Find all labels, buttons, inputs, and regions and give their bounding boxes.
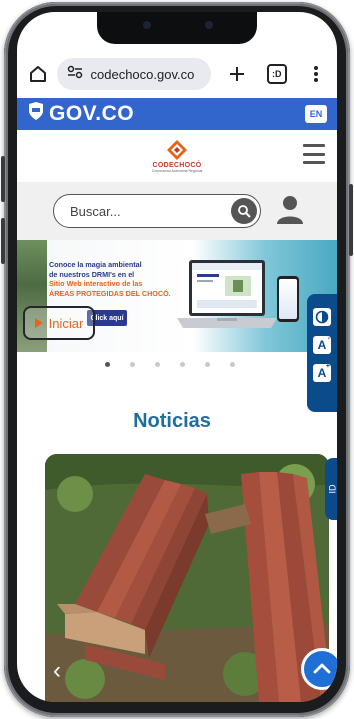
carousel-dot[interactable] <box>105 362 110 367</box>
gov-logo-text: GOV.CO <box>49 102 135 125</box>
browser-address-bar: codechoco.gov.co :D <box>17 52 337 96</box>
gov-bar: GOV.CO EN <box>17 98 337 130</box>
carousel-dot[interactable] <box>205 362 210 367</box>
side-tab[interactable]: ID <box>325 458 337 520</box>
hero-banner[interactable]: Conoce la magia ambiental de nuestros DR… <box>17 240 337 352</box>
scroll-to-top-button[interactable] <box>301 648 337 690</box>
decrease-font-label: A <box>317 338 327 352</box>
url-field[interactable]: codechoco.gov.co <box>56 58 211 90</box>
banner-line-2: de nuestros DRMI's en el <box>49 269 135 279</box>
phone-screen: codechoco.gov.co :D GOV.CO EN CODECHOCÓ … <box>17 12 337 702</box>
sensor-icon <box>205 21 213 29</box>
side-button-right <box>349 184 353 256</box>
carousel-dot[interactable] <box>180 362 185 367</box>
increase-font-button[interactable]: A + <box>313 363 331 382</box>
carousel-dot[interactable] <box>230 362 235 367</box>
url-text: codechoco.gov.co <box>90 66 195 82</box>
site-settings-icon[interactable] <box>67 65 83 84</box>
accessibility-panel: A- A + <box>307 294 337 412</box>
camera-icon <box>143 21 151 29</box>
language-button[interactable]: EN <box>305 105 327 123</box>
banner-text: Conoce la magia ambiental de nuestros DR… <box>49 260 179 299</box>
user-account-icon[interactable] <box>275 194 305 226</box>
search-box <box>53 194 261 228</box>
search-icon <box>238 205 251 218</box>
news-card[interactable] <box>45 454 329 702</box>
side-button-left-1 <box>1 156 5 202</box>
plus-icon[interactable] <box>225 61 251 87</box>
home-icon[interactable] <box>25 61 51 87</box>
more-vert-icon[interactable] <box>304 61 330 87</box>
contrast-icon[interactable] <box>313 308 331 326</box>
hamburger-menu-icon[interactable] <box>303 144 325 164</box>
site-logo[interactable]: CODECHOCÓ Corporación Autónoma Regional <box>151 139 203 173</box>
chevron-up-icon <box>313 663 331 674</box>
notch <box>97 12 257 44</box>
tabs-button[interactable]: :D <box>264 61 290 87</box>
search-input[interactable] <box>70 203 220 219</box>
side-tab-label: ID <box>327 484 337 494</box>
carousel-dots <box>17 362 337 372</box>
search-button[interactable] <box>231 198 257 224</box>
shield-icon <box>27 101 45 127</box>
laptop-illustration <box>177 260 277 328</box>
carousel-dot[interactable] <box>130 362 135 367</box>
phone-illustration <box>277 276 299 322</box>
brand-name: CODECHOCÓ <box>152 162 202 169</box>
carousel-prev-icon[interactable]: ‹ <box>53 659 67 683</box>
play-button[interactable]: Iniciar <box>23 306 95 340</box>
banner-line-4: ÁREAS PROTEGIDAS DEL CHOCÓ. <box>49 289 171 299</box>
side-button-left-2 <box>1 218 5 264</box>
banner-line-3: Sitio Web interactivo de las <box>49 279 143 289</box>
gov-logo[interactable]: GOV.CO <box>27 101 134 127</box>
search-section <box>17 182 337 240</box>
tabs-icon: :D <box>266 64 287 84</box>
brand-tagline: Corporación Autónoma Regional <box>151 169 203 173</box>
play-icon <box>34 318 43 328</box>
news-heading: Noticias <box>133 410 211 432</box>
banner-line-1: Conoce la magia ambiental <box>49 260 142 269</box>
news-image-wood-planks <box>45 454 329 702</box>
site-header: CODECHOCÓ Corporación Autónoma Regional <box>17 130 337 182</box>
brand-mark-icon <box>167 140 187 160</box>
carousel-dot[interactable] <box>155 362 160 367</box>
decrease-font-button[interactable]: A- <box>313 335 331 354</box>
play-label: Iniciar <box>48 315 84 331</box>
